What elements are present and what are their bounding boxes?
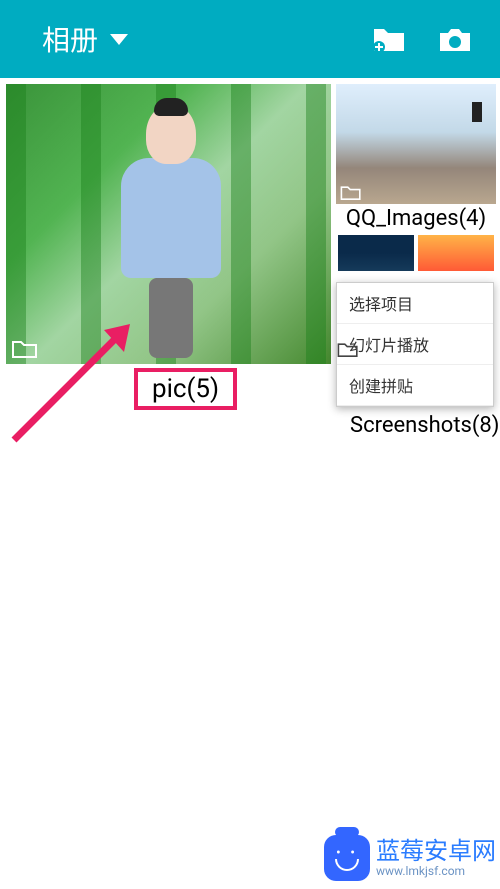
camera-button[interactable] — [422, 15, 488, 63]
menu-item-slideshow[interactable]: 幻灯片播放 — [337, 324, 493, 365]
camera-icon — [438, 25, 472, 53]
blueberry-logo-icon — [324, 835, 370, 881]
album-pic-thumbnail — [6, 84, 331, 364]
chevron-down-icon — [110, 34, 128, 45]
app-header: 相册 — [0, 0, 500, 78]
stack-icon — [340, 184, 362, 200]
watermark-text: 蓝莓安卓网 www.lmkjsf.com — [376, 838, 496, 878]
strip-thumb — [338, 235, 414, 271]
watermark: 蓝莓安卓网 www.lmkjsf.com — [324, 835, 496, 881]
watermark-url: www.lmkjsf.com — [376, 865, 465, 878]
album-qq-images[interactable]: QQ_Images(4) — [336, 84, 496, 271]
watermark-title: 蓝莓安卓网 — [376, 838, 496, 864]
add-folder-button[interactable] — [356, 15, 422, 63]
album-pic[interactable] — [6, 84, 331, 364]
strip-thumb — [418, 235, 494, 271]
header-title-text: 相册 — [42, 19, 98, 59]
add-folder-icon — [372, 25, 406, 53]
stack-icon — [337, 341, 359, 357]
album-screenshots[interactable]: 选择项目 幻灯片播放 创建拼贴 Screenshots(8) — [336, 282, 494, 438]
album-screenshots-label: Screenshots(8) — [336, 407, 494, 438]
album-qq-images-label: QQ_Images(4) — [336, 204, 496, 233]
album-qq-images-thumbnail — [336, 84, 496, 204]
album-pic-label: pic(5) — [152, 374, 219, 404]
stack-icon — [12, 338, 38, 358]
album-qq-images-strip — [336, 235, 496, 271]
album-pic-label-highlight: pic(5) — [134, 368, 237, 410]
context-menu: 选择项目 幻灯片播放 创建拼贴 — [336, 282, 494, 407]
person-photo — [116, 104, 226, 349]
menu-item-collage[interactable]: 创建拼贴 — [337, 365, 493, 406]
album-grid: pic(5) QQ_Images(4) 选择项目 幻灯片播放 创建拼贴 Scre… — [0, 78, 500, 889]
album-dropdown[interactable]: 相册 — [12, 19, 128, 59]
menu-item-select[interactable]: 选择项目 — [337, 283, 493, 324]
